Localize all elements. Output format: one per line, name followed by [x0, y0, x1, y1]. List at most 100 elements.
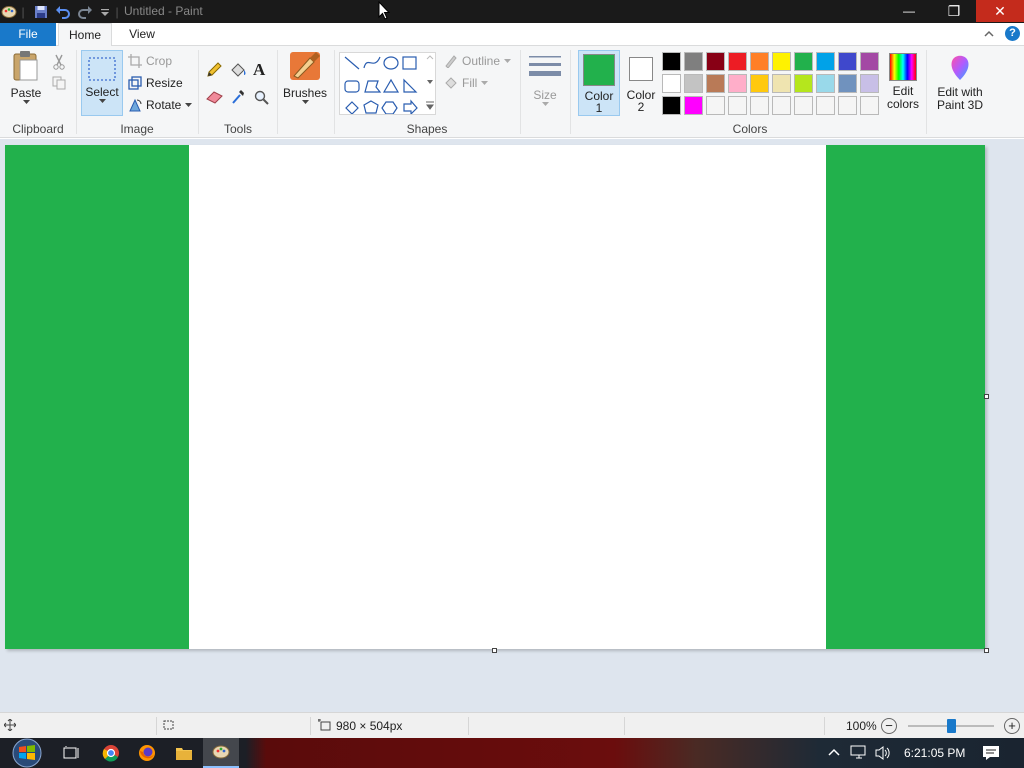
palette-swatch[interactable]	[706, 96, 725, 115]
firefox-icon[interactable]	[129, 738, 165, 768]
palette-swatch[interactable]	[750, 52, 769, 71]
palette-swatch[interactable]	[838, 96, 857, 115]
tab-file[interactable]: File	[0, 23, 56, 46]
rotate-button[interactable]: Rotate	[128, 98, 193, 112]
outline-button[interactable]: Outline	[444, 54, 512, 68]
size-lines-icon	[529, 56, 561, 76]
paint3d-icon	[951, 55, 969, 80]
paint-app-icon[interactable]	[0, 3, 18, 20]
palette-swatch[interactable]	[750, 74, 769, 93]
shapes-gallery[interactable]	[339, 52, 436, 116]
paint3d-label-2: Paint 3D	[936, 98, 984, 112]
eraser-icon[interactable]	[206, 90, 224, 107]
network-icon[interactable]	[850, 745, 868, 764]
cut-icon[interactable]	[52, 54, 66, 73]
collapse-ribbon-icon[interactable]	[984, 27, 994, 41]
paste-dropdown-icon	[22, 100, 30, 104]
status-bar: 980 × 504px 100% − +	[0, 712, 1024, 738]
paste-button[interactable]: Paste	[6, 50, 46, 116]
action-center-icon[interactable]	[982, 745, 1000, 764]
file-explorer-icon[interactable]	[166, 738, 202, 768]
rotate-label: Rotate	[146, 98, 182, 112]
palette-swatch[interactable]	[662, 52, 681, 71]
palette-swatch[interactable]	[794, 74, 813, 93]
magnifier-icon[interactable]	[254, 90, 269, 108]
selection-size-icon	[162, 719, 175, 734]
palette-swatch[interactable]	[706, 52, 725, 71]
palette-swatch[interactable]	[816, 52, 835, 71]
palette-swatch[interactable]	[860, 74, 879, 93]
rotate-icon	[129, 98, 142, 112]
palette-swatch[interactable]	[860, 96, 879, 115]
palette-swatch[interactable]	[816, 74, 835, 93]
green-band-right	[826, 145, 985, 649]
task-view-icon[interactable]	[54, 738, 90, 768]
color2-button[interactable]: Color 2	[622, 50, 660, 116]
resize-handle-bottom[interactable]	[492, 648, 497, 653]
zoom-slider-track[interactable]	[908, 719, 994, 733]
brushes-dropdown-icon	[301, 100, 309, 104]
edit-with-paint3d-button[interactable]: Edit with Paint 3D	[930, 50, 990, 116]
text-tool-icon[interactable]: A	[253, 60, 265, 80]
palette-swatch[interactable]	[684, 74, 703, 93]
palette-swatch[interactable]	[772, 52, 791, 71]
windows-orb-icon	[12, 738, 42, 768]
size-button[interactable]: Size	[526, 50, 564, 116]
select-button[interactable]: Select	[81, 50, 123, 116]
zoom-slider-thumb[interactable]	[946, 719, 956, 733]
palette-swatch[interactable]	[662, 74, 681, 93]
palette-swatch[interactable]	[728, 74, 747, 93]
fill-bucket-icon[interactable]	[229, 62, 247, 81]
minimize-button[interactable]: —	[886, 0, 932, 22]
help-icon[interactable]: ?	[1005, 26, 1020, 41]
taskbar-clock[interactable]: 6:21:05 PM	[904, 746, 965, 760]
close-button[interactable]: ✕	[976, 0, 1024, 22]
maximize-button[interactable]: ❐	[931, 0, 977, 22]
group-divider	[76, 50, 77, 134]
start-button[interactable]	[8, 738, 46, 768]
resize-button[interactable]: Resize	[128, 76, 183, 90]
color1-number: 1	[595, 101, 603, 115]
fill-button[interactable]: Fill	[444, 76, 489, 90]
redo-icon[interactable]	[76, 3, 94, 20]
resize-handle-right[interactable]	[984, 394, 989, 399]
palette-swatch[interactable]	[662, 96, 681, 115]
status-divider	[824, 717, 825, 735]
zoom-out-button[interactable]: −	[881, 718, 897, 734]
palette-swatch[interactable]	[794, 96, 813, 115]
drawing-canvas[interactable]	[5, 145, 985, 649]
palette-swatch[interactable]	[772, 74, 791, 93]
edit-colors-button[interactable]: Edit colors	[884, 50, 922, 116]
undo-icon[interactable]	[54, 3, 72, 20]
palette-swatch[interactable]	[684, 96, 703, 115]
color-palette	[662, 52, 882, 118]
palette-swatch[interactable]	[750, 96, 769, 115]
show-hidden-icons-icon[interactable]	[828, 746, 840, 760]
titlebar-divider-2: |	[115, 4, 119, 19]
chrome-icon[interactable]	[93, 738, 129, 768]
palette-swatch[interactable]	[728, 96, 747, 115]
crop-button[interactable]: Crop	[128, 54, 172, 68]
zoom-in-button[interactable]: +	[1004, 718, 1020, 734]
palette-swatch[interactable]	[860, 52, 879, 71]
palette-swatch[interactable]	[794, 52, 813, 71]
palette-swatch[interactable]	[684, 52, 703, 71]
color-picker-icon[interactable]	[231, 89, 245, 108]
color1-button[interactable]: Color 1	[578, 50, 620, 116]
palette-swatch[interactable]	[838, 52, 857, 71]
palette-swatch[interactable]	[772, 96, 791, 115]
palette-swatch[interactable]	[838, 74, 857, 93]
pencil-icon[interactable]	[206, 62, 222, 81]
tab-home[interactable]: Home	[58, 23, 112, 47]
copy-icon[interactable]	[52, 76, 66, 93]
resize-handle-corner[interactable]	[984, 648, 989, 653]
tab-view[interactable]: View	[116, 23, 168, 46]
paint-taskbar-icon[interactable]	[203, 738, 239, 768]
palette-swatch[interactable]	[728, 52, 747, 71]
palette-swatch[interactable]	[706, 74, 725, 93]
save-icon[interactable]	[32, 3, 50, 20]
white-center-area	[189, 145, 826, 649]
brushes-button[interactable]: Brushes	[282, 50, 328, 116]
volume-icon[interactable]	[874, 745, 892, 764]
palette-swatch[interactable]	[816, 96, 835, 115]
